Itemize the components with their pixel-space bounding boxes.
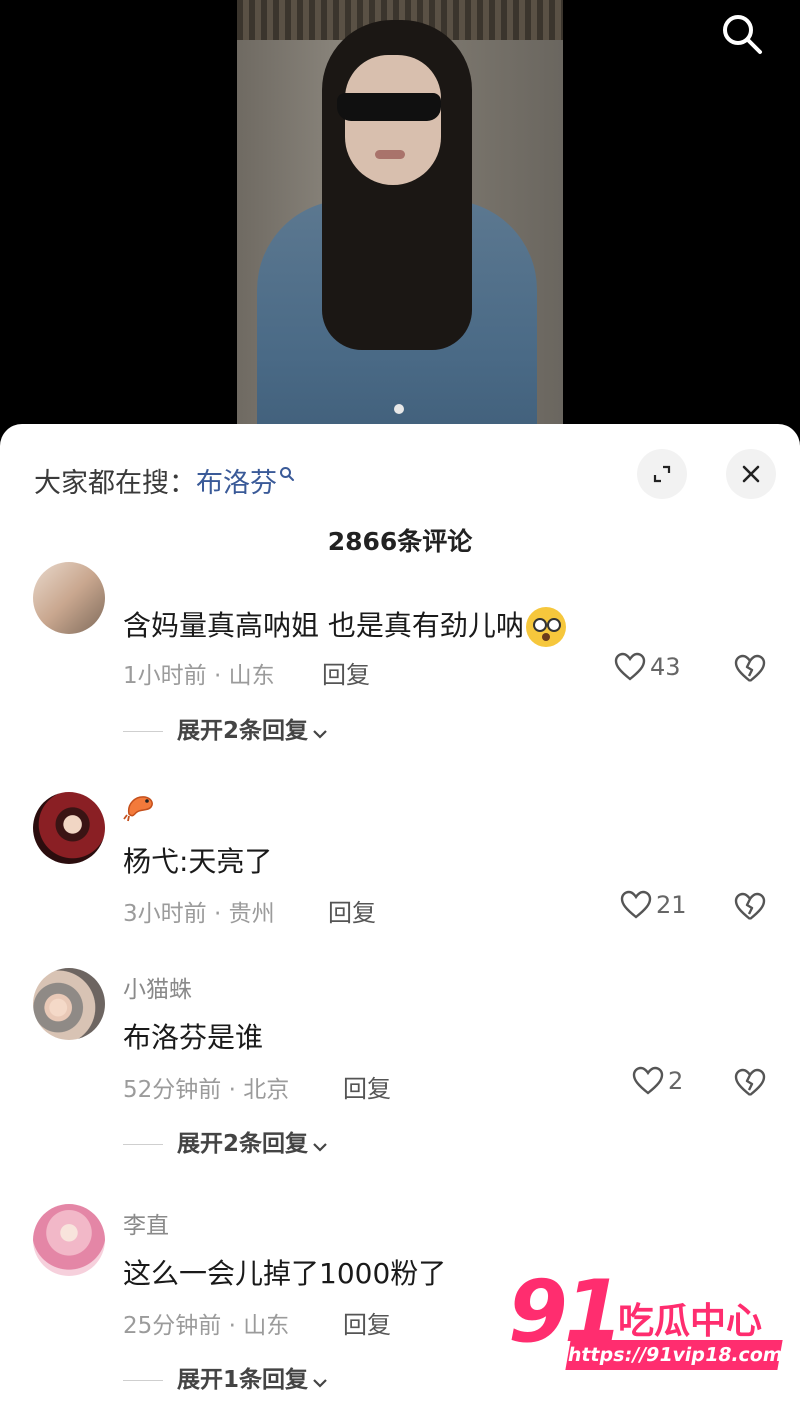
comment-username[interactable]: 小猫蛛 [123,970,192,1004]
watermark-url: https://91vip18.com [565,1340,785,1370]
avatar[interactable] [33,562,105,634]
video-frame [237,0,563,440]
expand-icon [653,465,671,483]
divider-line [123,1380,163,1381]
dislike-button[interactable] [734,654,766,686]
dislike-button[interactable] [734,1068,766,1100]
avatar[interactable] [33,792,105,864]
expand-replies-label: 展开1条回复 [177,1367,309,1393]
broken-heart-icon [734,1068,766,1096]
search-icon[interactable] [718,10,766,58]
comment-text-wrapper: 含妈量真高呐姐 也是真有劲儿呐 [123,604,566,647]
comment-text: 含妈量真高呐姐 也是真有劲儿呐 [123,609,524,642]
expand-sheet-button[interactable] [637,449,687,499]
chevron-down-icon [312,1368,328,1394]
comment-meta: 1小时前 · 山东 [123,663,275,689]
like-count: 43 [650,653,681,681]
comment-username[interactable]: 李直 [123,1206,169,1240]
shrimp-emoji-icon [123,792,157,829]
avatar[interactable] [33,968,105,1040]
reply-button[interactable]: 回复 [322,655,370,690]
close-sheet-button[interactable] [726,449,776,499]
dislike-button[interactable] [734,892,766,924]
comment-item: 杨弋:天亮了 3小时前 · 贵州 回复 21 [0,790,800,950]
like-count: 2 [668,1067,684,1095]
site-watermark: 91 吃瓜中心 https://91vip18.com [508,1262,785,1377]
comment-text: 杨弋:天亮了 [123,845,273,878]
comment-text: 这么一会儿掉了1000粉了 [123,1257,447,1290]
avatar[interactable] [33,1204,105,1276]
broken-heart-icon [734,892,766,920]
search-suggestion-term[interactable]: 布洛芬 [196,468,277,499]
comment-meta: 3小时前 · 贵州 [123,901,275,927]
close-icon [742,465,760,483]
heart-icon [632,1066,664,1095]
comment-count: 2866条评论 [327,527,473,556]
video-person-lips [375,150,405,159]
comment-text: 布洛芬是谁 [123,1021,264,1054]
expand-replies-label: 展开2条回复 [177,718,309,744]
divider-line [123,1144,163,1145]
reply-button[interactable]: 回复 [328,893,376,928]
reply-button[interactable]: 回复 [343,1305,391,1340]
expand-replies-button[interactable]: 展开2条回复 [123,1124,328,1158]
chevron-down-icon [312,1132,328,1158]
like-button[interactable]: 43 [614,652,681,682]
comment-item: 小猫蛛 布洛芬是谁 52分钟前 · 北京 回复 2 展开2条回复 [0,966,800,1158]
reply-button[interactable]: 回复 [343,1069,391,1104]
like-count: 21 [656,891,687,919]
watermark-title: 吃瓜中心 [618,1301,763,1342]
expand-replies-label: 展开2条回复 [177,1131,309,1157]
video-jacket-button [394,404,404,414]
divider-line [123,731,163,732]
expand-replies-button[interactable]: 展开1条回复 [123,1360,328,1394]
heart-icon [614,652,646,681]
comment-item: 含妈量真高呐姐 也是真有劲儿呐 1小时前 · 山东 回复 43 展开2条回复 [0,562,800,745]
comment-meta: 52分钟前 · 北京 [123,1077,290,1103]
video-player[interactable] [0,0,800,440]
search-suggestion-prefix: 大家都在搜： [34,468,196,499]
chevron-down-icon [312,719,328,745]
broken-heart-icon [734,654,766,682]
expand-replies-button[interactable]: 展开2条回复 [123,711,328,745]
comment-meta: 25分钟前 · 山东 [123,1313,290,1339]
like-button[interactable]: 2 [632,1066,683,1096]
mini-search-icon [279,458,295,481]
search-suggestion[interactable]: 大家都在搜：布洛芬 [34,458,295,500]
dizzy-face-emoji-icon [525,607,566,647]
video-person-sunglasses [337,93,441,121]
heart-icon [620,890,652,919]
comments-sheet: 大家都在搜：布洛芬 2866条评论 含妈量真高呐姐 也是真有劲儿呐 1小时前 ·… [0,424,800,1402]
like-button[interactable]: 21 [620,890,687,920]
